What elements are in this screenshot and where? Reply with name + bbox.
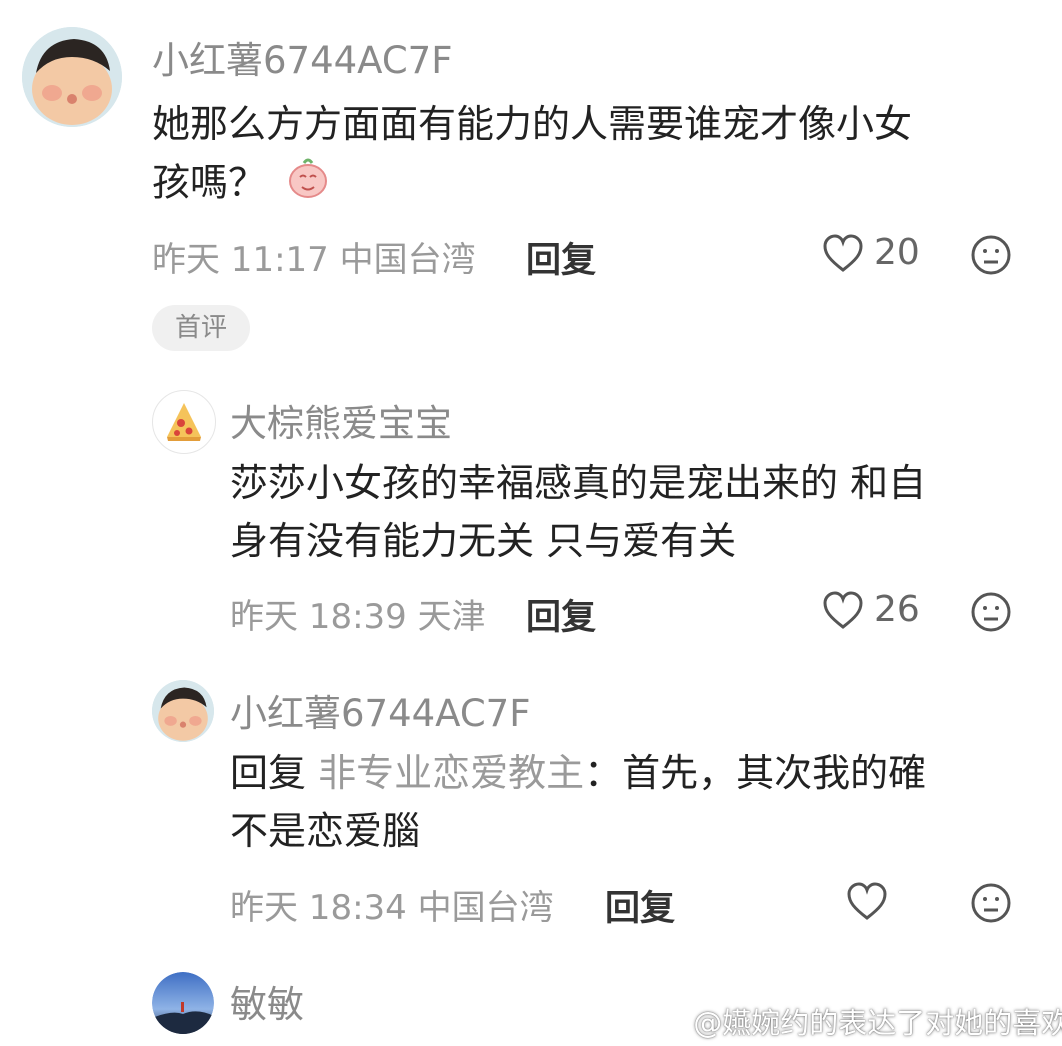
comment-username[interactable]: 小红薯6744AC7F bbox=[152, 30, 452, 84]
comment-username[interactable]: 小红薯6744AC7F bbox=[230, 683, 530, 737]
weibo-logo-icon bbox=[650, 1008, 684, 1043]
comment-meta: 昨天 11:17 中国台湾 bbox=[152, 240, 476, 280]
like-count: 26 bbox=[874, 589, 920, 630]
avatar[interactable] bbox=[152, 390, 216, 454]
comment-text-line: 身有没有能力无关 只与爱有关 bbox=[230, 519, 737, 563]
like-heart-icon[interactable] bbox=[822, 591, 864, 635]
comment-text: 回复 非专业恋爱教主：首先，其次我的確 不是恋爱腦 bbox=[230, 744, 1030, 860]
comment-text-line: 不是恋爱腦 bbox=[230, 809, 421, 853]
comment-text-line: 回复 非专业恋爱教主：首先，其次我的確 bbox=[230, 744, 1030, 802]
comment-meta: 昨天 18:34 中国台湾 bbox=[230, 888, 554, 928]
reply-button[interactable]: 回复 bbox=[526, 589, 596, 640]
watermark: @嬿婉约的表达了对她的喜欢 bbox=[650, 1000, 1062, 1043]
comment-username[interactable]: 敏敏 bbox=[230, 974, 304, 1028]
watermark-text: @嬿婉约的表达了对她的喜欢 bbox=[693, 1006, 1062, 1040]
reply-to-username[interactable]: 非专业恋爱教主 bbox=[318, 751, 584, 795]
comment-text: 她那么方方面面有能力的人需要谁宠才像小女 孩嗎？ bbox=[152, 95, 1032, 217]
comment-text-line: ：首先，其次我的確 bbox=[584, 751, 927, 795]
comment-text-line: 莎莎小女孩的幸福感真的是宠出来的 和自 bbox=[230, 461, 927, 505]
like-count: 20 bbox=[874, 232, 920, 273]
first-comment-badge: 首评 bbox=[152, 305, 250, 351]
like-heart-icon[interactable] bbox=[822, 234, 864, 278]
comment-text-line: 孩嗎？ bbox=[152, 153, 1032, 217]
comment-meta: 昨天 18:39 天津 bbox=[230, 597, 486, 637]
reply-prefix: 回复 bbox=[230, 751, 307, 795]
neutral-face-icon[interactable] bbox=[970, 234, 1012, 280]
like-heart-icon[interactable] bbox=[846, 882, 888, 926]
comment-text: 莎莎小女孩的幸福感真的是宠出来的 和自 身有没有能力无关 只与爱有关 bbox=[230, 454, 1030, 570]
neutral-face-icon[interactable] bbox=[970, 591, 1012, 637]
reply-button[interactable]: 回复 bbox=[605, 880, 675, 931]
sticker-emoji-icon bbox=[284, 153, 332, 217]
comment-username[interactable]: 大棕熊爱宝宝 bbox=[230, 393, 452, 447]
neutral-face-icon[interactable] bbox=[970, 882, 1012, 928]
avatar[interactable] bbox=[22, 27, 122, 127]
avatar[interactable] bbox=[152, 680, 214, 742]
reply-button[interactable]: 回复 bbox=[526, 232, 596, 283]
avatar[interactable] bbox=[152, 972, 214, 1034]
comment-text-line: 孩嗎？ bbox=[152, 160, 267, 205]
comment-text-line: 她那么方方面面有能力的人需要谁宠才像小女 bbox=[152, 102, 913, 146]
